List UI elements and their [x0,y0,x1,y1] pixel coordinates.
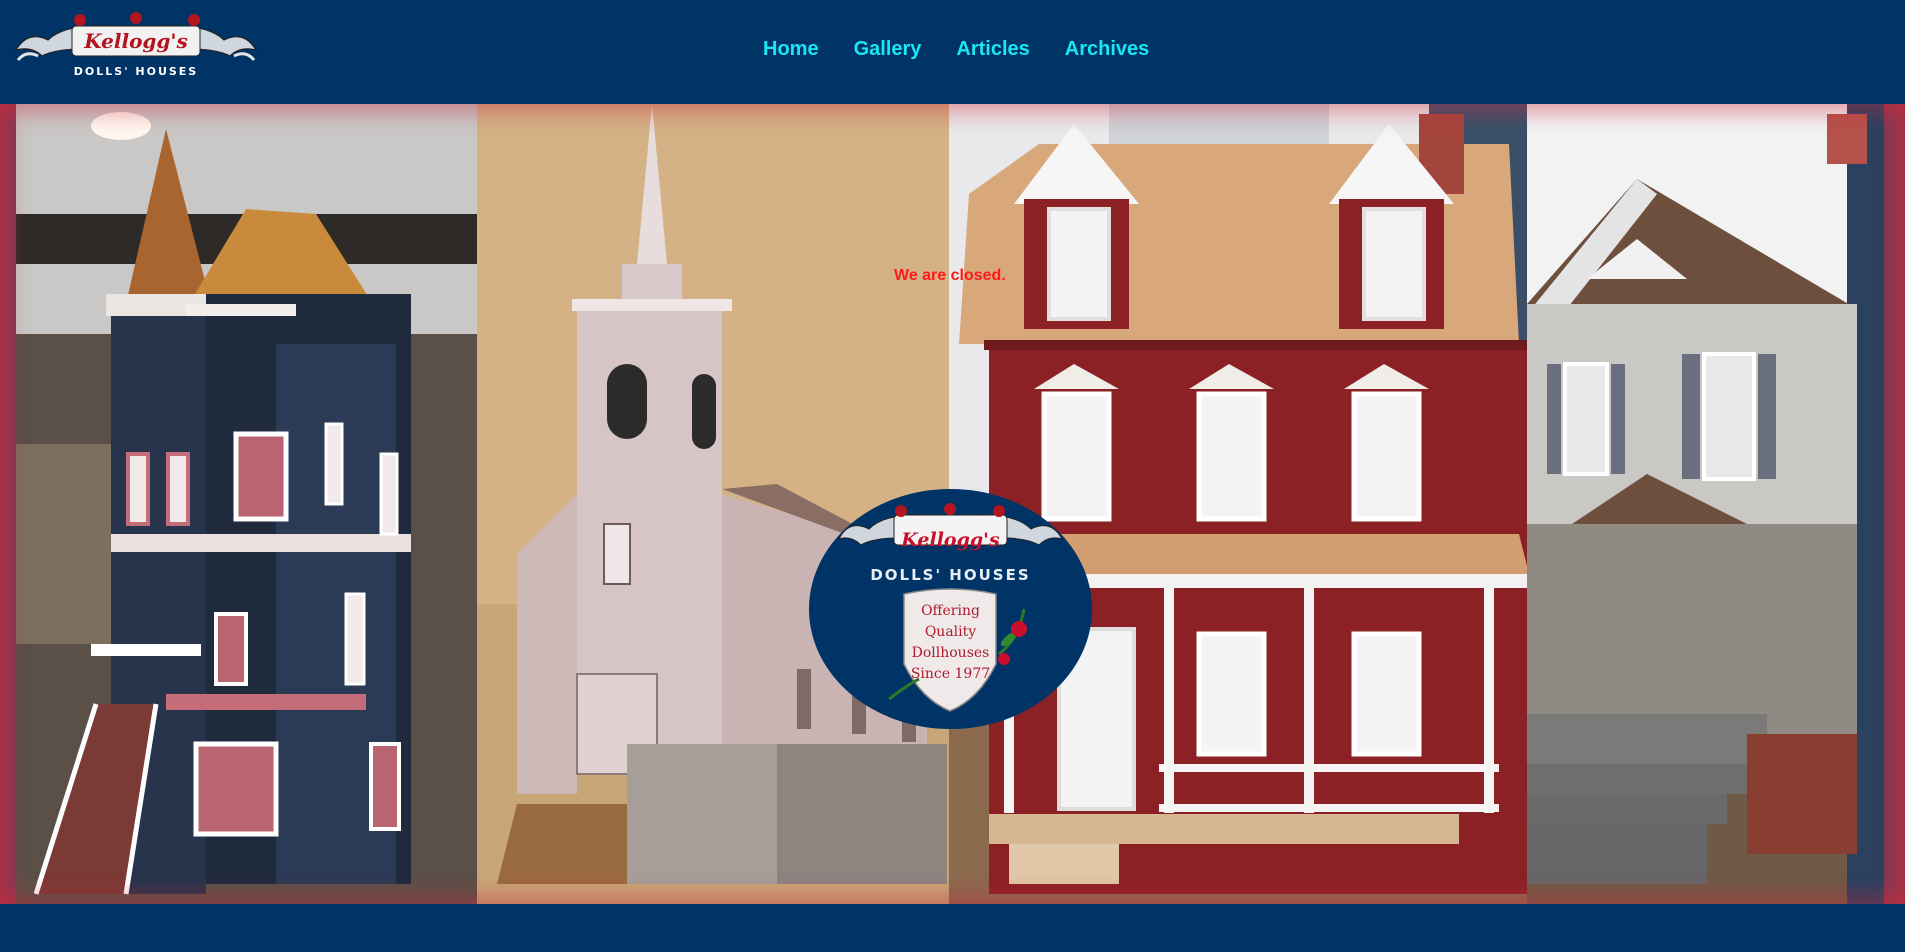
hero-banner: We are closed. Kellogg's DOLLS' HOUSES O… [0,104,1905,904]
nav-link-articles[interactable]: Articles [956,38,1029,61]
svg-text:Kellogg's: Kellogg's [83,29,188,53]
nav-link-gallery[interactable]: Gallery [854,38,922,61]
site-header: Kellogg's DOLLS' HOUSES Home Gallery Art… [0,0,1905,104]
closed-notice: We are closed. [894,267,1006,284]
victorian-dollhouse-image [16,104,477,904]
logo-subtitle: DOLLS' HOUSES [73,65,199,78]
badge-tagline: Offering Quality Dollhouses Since 1977 [909,601,992,685]
badge-tagline-line: Since 1977 [910,666,991,682]
site-logo[interactable]: Kellogg's DOLLS' HOUSES [8,10,264,80]
badge-tagline-line: Offering [921,603,980,619]
badge-brand-name: Kellogg's [901,529,1000,551]
grey-cottage-dollhouse-image [1527,104,1884,904]
center-badge: Kellogg's DOLLS' HOUSES Offering Quality… [809,489,1092,729]
main-nav: Home Gallery Articles Archives [763,38,1184,61]
badge-tagline-line: Quality [924,624,977,640]
nav-link-archives[interactable]: Archives [1065,38,1150,61]
badge-tagline-line: Dollhouses [911,645,990,661]
badge-title: DOLLS' HOUSES [870,566,1031,584]
nav-link-home[interactable]: Home [763,38,819,61]
